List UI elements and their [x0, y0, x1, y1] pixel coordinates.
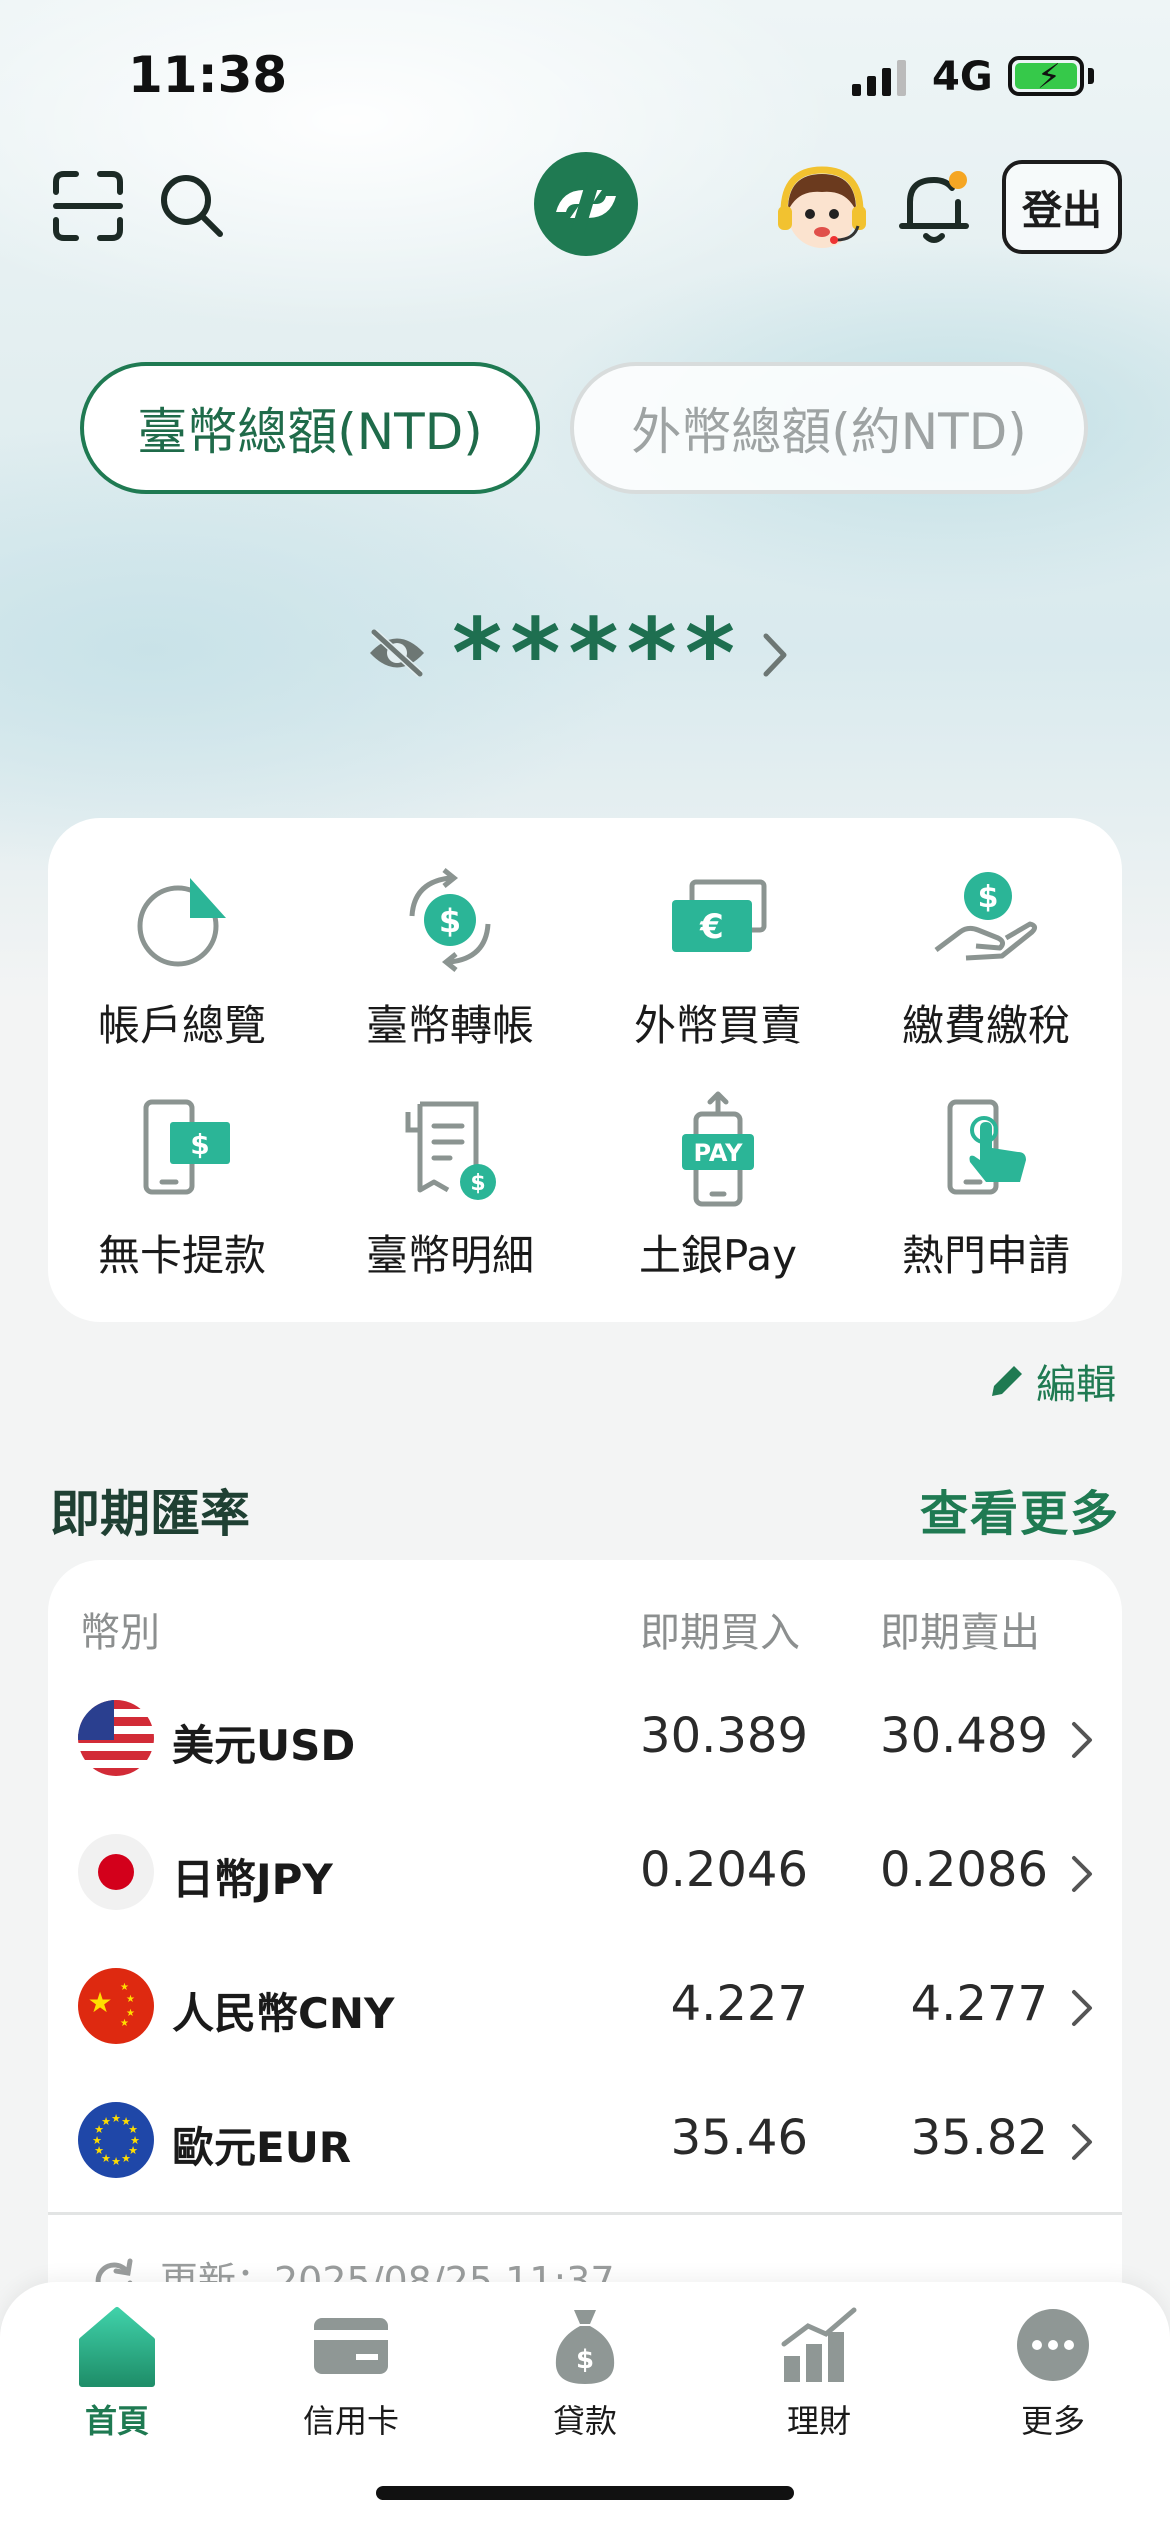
money-bag-icon: $ — [555, 2310, 615, 2384]
statement-icon: $ — [405, 1101, 496, 1200]
quick-action-ntd-statement[interactable]: $ 臺幣明細 — [316, 1090, 584, 1310]
divider — [48, 2212, 1122, 2215]
us-flag-icon — [78, 1700, 154, 1776]
svg-text:★: ★ — [101, 2115, 111, 2128]
bell-icon[interactable] — [898, 166, 974, 246]
tab-loan[interactable]: $ 貸款 — [468, 2300, 702, 2442]
chevron-right-icon — [1072, 2124, 1092, 2160]
quick-action-ntd-transfer[interactable]: $ 臺幣轉帳 — [316, 860, 584, 1080]
rate-row-cny[interactable]: ★ ★ ★ ★ ★ 人民幣CNY 4.227 4.277 — [48, 1936, 1122, 2070]
svg-text:★: ★ — [120, 2018, 129, 2029]
quick-action-pay-bills[interactable]: $ 繳費繳稅 — [852, 860, 1120, 1080]
pay-icon: PAY — [682, 1091, 754, 1207]
quick-action-account-overview[interactable]: 帳戶總覽 — [48, 860, 316, 1080]
chevron-right-icon[interactable] — [760, 630, 790, 680]
svg-text:★: ★ — [126, 1994, 135, 2005]
svg-text:$: $ — [978, 880, 999, 915]
chevron-right-icon — [1072, 1856, 1092, 1892]
eye-off-icon[interactable] — [366, 626, 428, 680]
quick-action-landbank-pay[interactable]: PAY 土銀Pay — [584, 1090, 852, 1310]
svg-text:€: € — [699, 907, 724, 947]
edit-shortcuts-link[interactable]: 編輯 — [986, 1352, 1116, 1410]
svg-text:★: ★ — [111, 2155, 121, 2168]
tab-home[interactable]: 首頁 — [0, 2300, 234, 2442]
chart-bars-icon — [781, 2307, 857, 2382]
tab-wealth[interactable]: 理財 — [702, 2300, 936, 2442]
more-icon — [1017, 2309, 1089, 2381]
rate-row-jpy[interactable]: 日幣JPY 0.2046 0.2086 — [48, 1802, 1122, 1936]
rate-row-usd[interactable]: 美元USD 30.389 30.489 — [48, 1668, 1122, 1802]
pencil-icon — [992, 1366, 1022, 1396]
rates-section-title: 即期匯率 — [50, 1485, 250, 1543]
quick-action-popular-apply[interactable]: 熱門申請 — [852, 1090, 1120, 1310]
tab-ntd-total[interactable]: 臺幣總額(NTD) — [80, 362, 540, 494]
tab-more[interactable]: 更多 — [936, 2300, 1170, 2442]
network-type: 4G — [932, 54, 993, 100]
exchange-rates-card: 幣別 即期買入 即期賣出 美元USD 30.389 30.489 日幣JPY 0… — [48, 1560, 1122, 2320]
apply-icon — [947, 1099, 1026, 1195]
quick-action-fx-trade[interactable]: € 外幣買賣 — [584, 860, 852, 1080]
signal-icon — [852, 60, 906, 96]
scan-icon[interactable] — [52, 170, 124, 242]
svg-text:$: $ — [190, 1128, 209, 1161]
tab-foreign-total[interactable]: 外幣總額(約NTD) — [570, 362, 1088, 494]
svg-text:★: ★ — [111, 2112, 121, 2125]
svg-text:★: ★ — [120, 1982, 129, 1993]
credit-card-icon — [314, 2318, 388, 2374]
home-indicator — [376, 2486, 794, 2500]
bank-logo[interactable] — [532, 150, 640, 258]
column-header-sell: 即期賣出 — [880, 1610, 1040, 1656]
quick-actions-card: 帳戶總覽 $ 臺幣轉帳 € 外幣買賣 $ 繳費繳稅 $ 無卡提款 $ 臺幣明細 … — [48, 818, 1122, 1322]
see-more-link[interactable]: 查看更多 — [920, 1474, 1120, 1544]
transfer-icon: $ — [409, 868, 491, 972]
search-icon[interactable] — [158, 172, 224, 238]
tab-credit-card[interactable]: 信用卡 — [234, 2300, 468, 2442]
column-header-buy: 即期買入 — [640, 1610, 800, 1656]
quick-action-cardless-withdraw[interactable]: $ 無卡提款 — [48, 1090, 316, 1310]
svg-text:$: $ — [576, 2345, 594, 2375]
pie-chart-icon — [137, 878, 226, 967]
status-time: 11:38 — [128, 46, 288, 104]
home-icon — [79, 2307, 155, 2387]
euro-note-icon: € — [672, 879, 767, 952]
svg-text:★: ★ — [87, 1986, 112, 2019]
balance-masked[interactable]: ***** — [452, 598, 743, 710]
chevron-right-icon — [1072, 1990, 1092, 2026]
pay-bill-icon: $ — [934, 872, 1038, 961]
logout-button[interactable]: 登出 — [1002, 160, 1122, 254]
svg-text:★: ★ — [121, 2152, 131, 2165]
column-header-currency: 幣別 — [80, 1610, 160, 1656]
eu-flag-icon: ★ ★★ ★★★ ★★★ ★★★ — [78, 2102, 154, 2178]
svg-text:$: $ — [439, 902, 461, 940]
edit-label: 編輯 — [1036, 1362, 1116, 1408]
battery-icon: ⚡ — [1008, 56, 1084, 97]
battery-cap — [1088, 68, 1094, 84]
chevron-right-icon — [1072, 1722, 1092, 1758]
svg-text:PAY: PAY — [693, 1139, 743, 1167]
cn-flag-icon: ★ ★ ★ ★ ★ — [78, 1968, 154, 2044]
mascot-avatar[interactable] — [772, 160, 872, 260]
svg-text:$: $ — [470, 1171, 485, 1196]
rate-row-eur[interactable]: ★ ★ ★ ★ ★ ★ ★ ★ ★ ★ ★ ★ 歐元EUR 35.46 35.82 — [48, 2070, 1122, 2204]
jp-flag-icon — [78, 1834, 154, 1910]
cardless-withdraw-icon: $ — [143, 1099, 230, 1195]
